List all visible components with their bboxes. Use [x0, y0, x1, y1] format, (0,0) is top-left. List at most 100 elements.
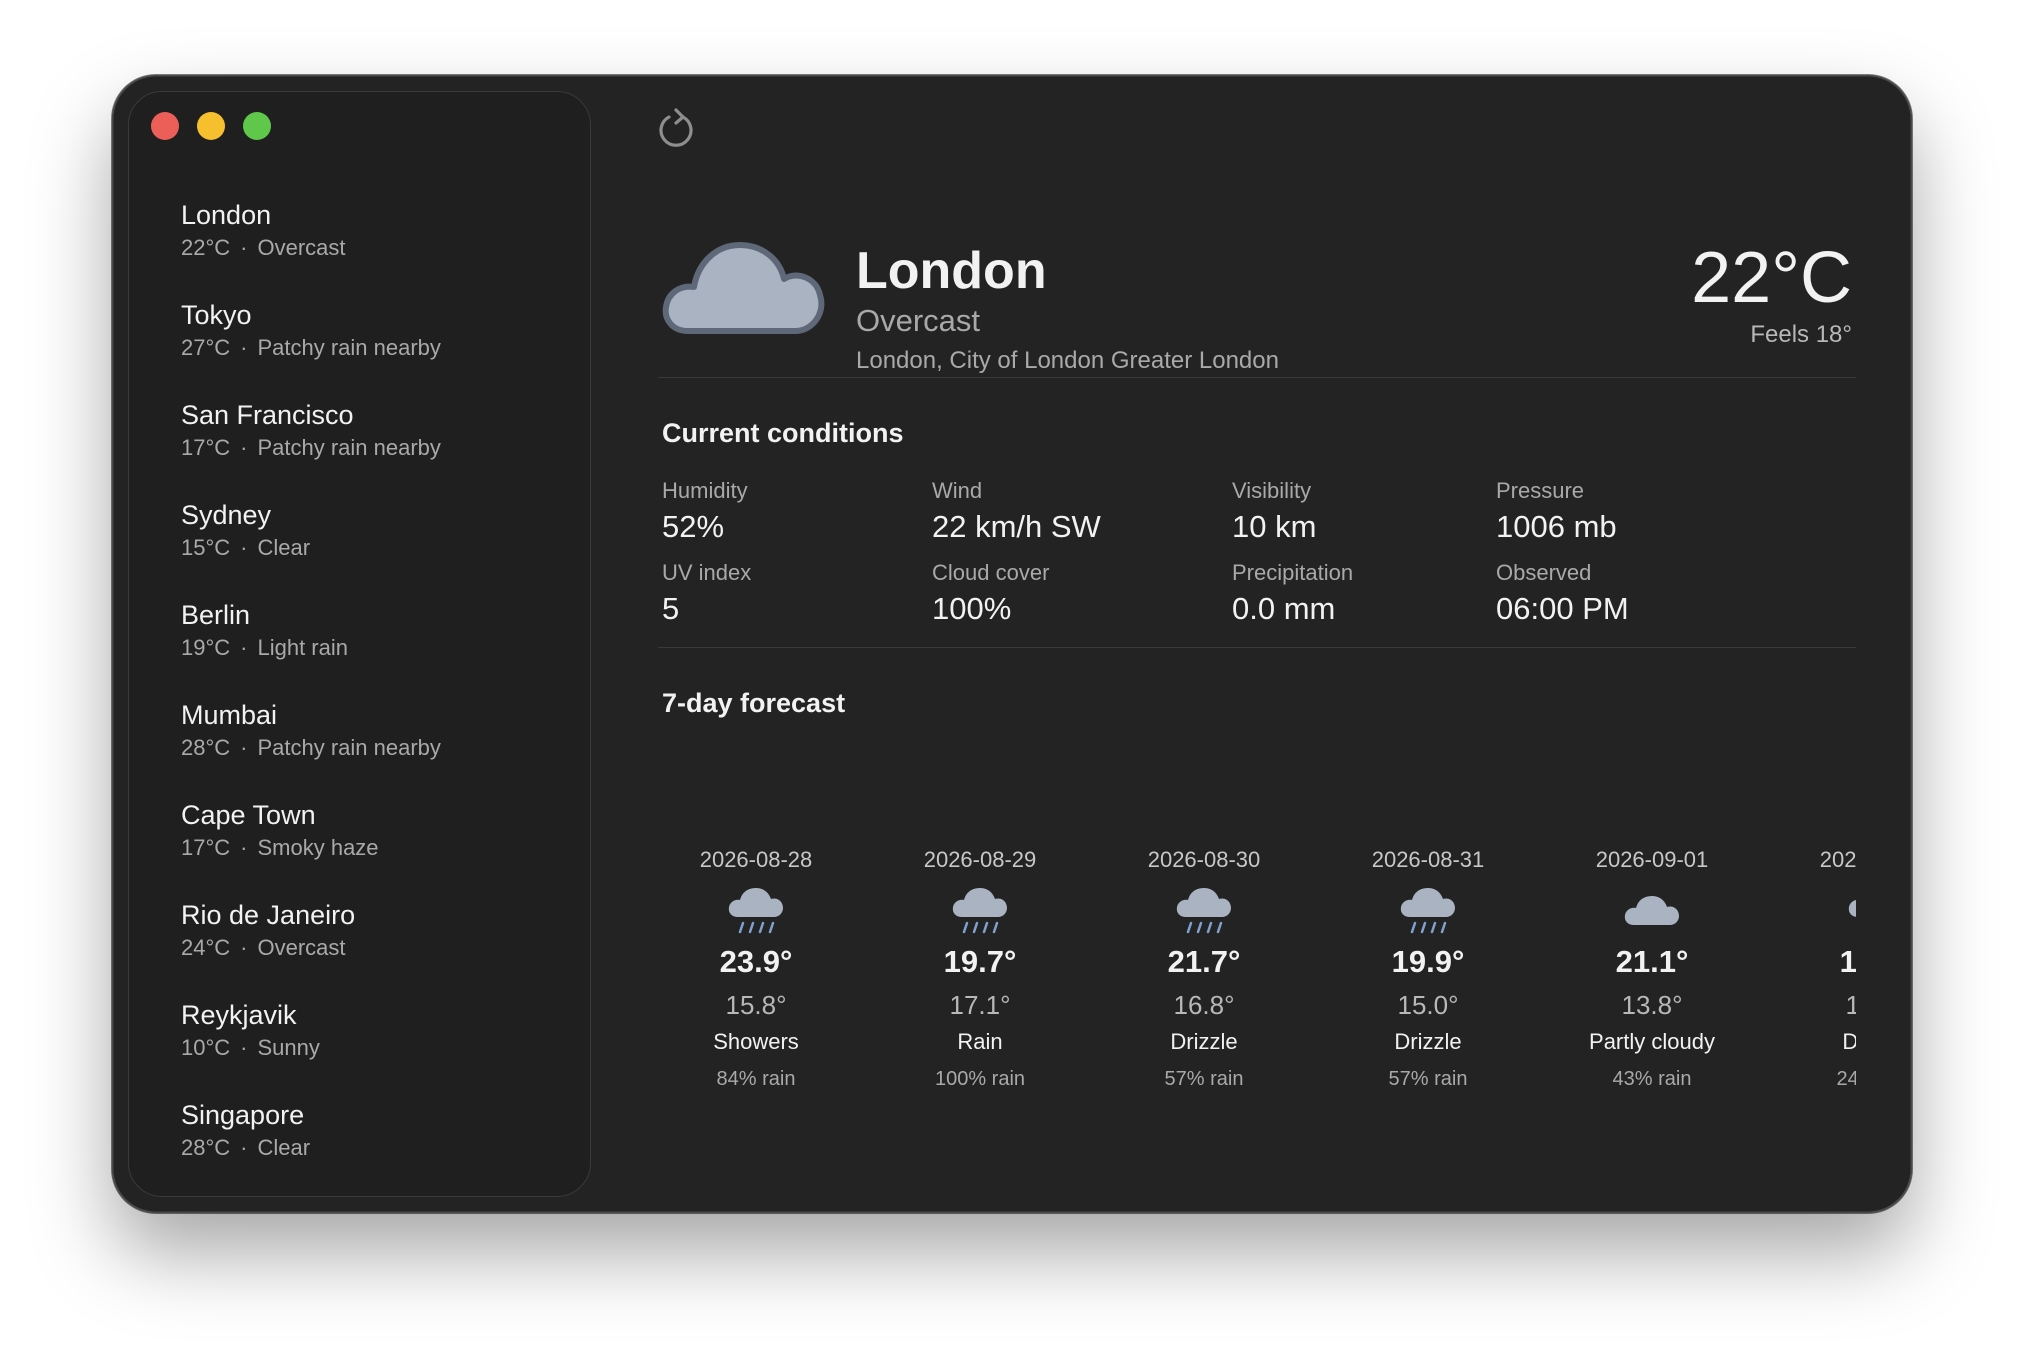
current-region: London, City of London Greater London: [856, 347, 1279, 374]
forecast-date: 2026-08-29: [923, 847, 1037, 872]
city-item-mumbai[interactable]: Mumbai 28°C · Patchy rain nearby: [181, 698, 581, 798]
metric-value: 06:00 PM: [1496, 591, 1629, 626]
city-item-singapore[interactable]: Singapore 28°C · Clear: [181, 1098, 581, 1198]
forecast-rain-chance: 24% rain: [1836, 1068, 1856, 1090]
city-item-san-francisco[interactable]: San Francisco 17°C · Patchy rain nearby: [181, 398, 581, 498]
forecast-low: 17.1°: [949, 990, 1011, 1020]
metric-label: Cloud cover: [932, 560, 1050, 585]
city-item-rio-de-janeiro[interactable]: Rio de Janeiro 24°C · Overcast: [181, 898, 581, 998]
forecast-date: 2026-08-31: [1371, 847, 1485, 872]
city-list: London 22°C · Overcast Tokyo 27°C · Patchy r…: [181, 198, 581, 1198]
forecast-condition: Drizzle: [1170, 1029, 1238, 1054]
divider: [658, 377, 1856, 378]
zoom-button[interactable]: [243, 112, 271, 140]
metric-observed: Observed 06:00 PM: [1496, 558, 1629, 630]
metric-label: Observed: [1496, 560, 1592, 585]
separator: ·: [240, 535, 248, 560]
city-summary: 17°C · Patchy rain nearby: [181, 432, 581, 464]
rain-cloud-icon: [728, 888, 783, 934]
forecast-date: 2026-08-30: [1147, 847, 1261, 872]
metric-label: Precipitation: [1232, 560, 1354, 585]
city-condition: Patchy rain nearby: [257, 735, 441, 760]
rain-cloud-icon: [1848, 900, 1856, 917]
rain-cloud-icon: [1400, 888, 1455, 934]
cloud-icon: [1624, 896, 1679, 925]
forecast-condition: Showers: [713, 1029, 799, 1054]
separator: ·: [240, 1135, 248, 1160]
city-item-sydney[interactable]: Sydney 15°C · Clear: [181, 498, 581, 598]
city-temp: 28°C: [181, 735, 231, 760]
city-temp: 15°C: [181, 535, 231, 560]
city-item-reykjavik[interactable]: Reykjavik 10°C · Sunny: [181, 998, 581, 1098]
window-controls: [151, 112, 271, 140]
metric-visibility: Visibility 10 km: [1232, 476, 1316, 548]
city-item-berlin[interactable]: Berlin 19°C · Light rain: [181, 598, 581, 698]
minimize-button[interactable]: [197, 112, 225, 140]
forecast-high: 21.7°: [1167, 944, 1241, 979]
city-condition: Smoky haze: [257, 835, 379, 860]
city-condition: Overcast: [257, 935, 346, 960]
metric-label: Wind: [932, 478, 983, 503]
city-summary: 10°C · Sunny: [181, 1032, 581, 1064]
separator: ·: [240, 735, 248, 760]
close-button[interactable]: [151, 112, 179, 140]
forecast-rain-chance: 57% rain: [1388, 1068, 1468, 1090]
city-condition: Clear: [257, 535, 311, 560]
current-city: London: [856, 242, 1047, 300]
city-temp: 10°C: [181, 1035, 231, 1060]
city-temp: 19°C: [181, 635, 231, 660]
rain-cloud-icon: [952, 888, 1007, 934]
forecast-scroller[interactable]: 2026-08-28 23.9° 15.8° Showers 84% rain …: [658, 845, 1856, 1115]
city-name: Singapore: [181, 1100, 305, 1130]
current-condition: Overcast: [856, 303, 981, 338]
current-temperature: 22°C: [1691, 238, 1852, 318]
city-item-tokyo[interactable]: Tokyo 27°C · Patchy rain nearby: [181, 298, 581, 398]
city-item-london[interactable]: London 22°C · Overcast: [181, 198, 581, 298]
city-summary: 22°C · Overcast: [181, 232, 581, 264]
city-name: London: [181, 200, 272, 230]
forecast-date: 2026-09-02: [1819, 847, 1856, 872]
city-summary: 17°C · Smoky haze: [181, 832, 581, 864]
forecast-date: 2026-08-28: [699, 847, 813, 872]
conditions-title: Current conditions: [662, 418, 904, 448]
forecast-low: 13.8°: [1621, 990, 1683, 1020]
forecast-high: 19.7°: [943, 944, 1017, 979]
refresh-button[interactable]: [654, 103, 698, 151]
city-condition: Light rain: [257, 635, 348, 660]
sidebar: London 22°C · Overcast Tokyo 27°C · Patchy r…: [128, 91, 591, 1197]
forecast-day: 2026-09-01 21.1° 13.8° Partly cloudy 43%…: [1562, 845, 1742, 1093]
separator: ·: [240, 1035, 248, 1060]
city-temp: 28°C: [181, 1135, 231, 1160]
metric-pressure: Pressure 1006 mb: [1496, 476, 1617, 548]
city-name: Berlin: [181, 600, 251, 630]
weather-window: London 22°C · Overcast Tokyo 27°C · Patchy r…: [112, 75, 1912, 1213]
forecast-day: 2026-08-30 21.7° 16.8° Drizzle 57% rain: [1114, 845, 1294, 1093]
forecast-high: 23.9°: [719, 944, 793, 979]
metric-humidity: Humidity 52%: [662, 476, 748, 548]
separator: ·: [240, 435, 248, 460]
separator: ·: [240, 235, 248, 260]
refresh-icon: [659, 108, 693, 147]
city-item-cape-town[interactable]: Cape Town 17°C · Smoky haze: [181, 798, 581, 898]
city-summary: 15°C · Clear: [181, 532, 581, 564]
forecast-low: 15.0°: [1397, 990, 1459, 1020]
city-temp: 24°C: [181, 935, 231, 960]
forecast-date: 2026-09-01: [1595, 847, 1709, 872]
city-name: San Francisco: [181, 400, 354, 430]
city-temp: 17°C: [181, 835, 231, 860]
forecast-high: 21.1°: [1615, 944, 1689, 979]
forecast-low: 16.8°: [1173, 990, 1235, 1020]
metric-value: 5: [662, 591, 680, 626]
separator: ·: [240, 935, 248, 960]
forecast-day: 2026-08-31 19.9° 15.0° Drizzle 57% rain: [1338, 845, 1518, 1093]
metric-value: 10 km: [1232, 509, 1317, 544]
forecast-high: 19.9°: [1391, 944, 1465, 979]
city-name: Cape Town: [181, 800, 316, 830]
city-condition: Clear: [257, 1135, 311, 1160]
separator: ·: [240, 835, 248, 860]
forecast-rain-chance: 100% rain: [934, 1068, 1026, 1090]
metric-value: 0.0 mm: [1232, 591, 1336, 626]
metric-label: Humidity: [662, 478, 748, 503]
divider: [658, 647, 1856, 648]
forecast-low: 16.0°: [1845, 990, 1856, 1020]
